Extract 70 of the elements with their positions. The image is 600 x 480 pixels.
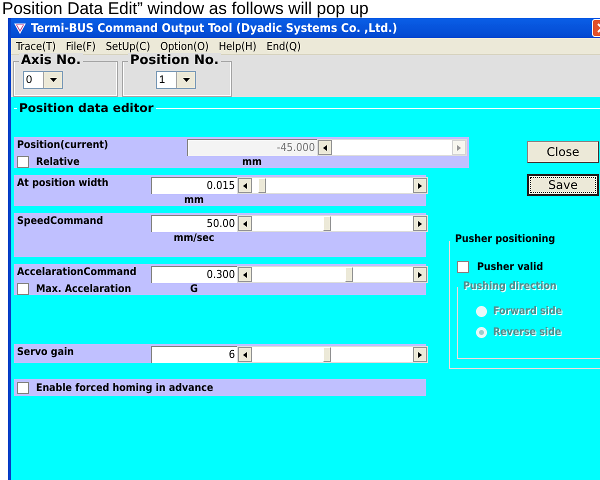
left-arrow-icon (243, 272, 247, 278)
unit-label: mm/sec (172, 232, 216, 244)
menu-item[interactable]: File(F) (66, 40, 96, 52)
checkbox[interactable] (17, 283, 29, 295)
setting-label: At position width (17, 177, 110, 191)
right-arrow-icon (457, 144, 461, 150)
dropdown-field[interactable]: 0 (23, 71, 63, 89)
unit-label: mm (241, 156, 263, 168)
menu-item[interactable]: Trace(T) (16, 40, 56, 52)
radio-label: Forward side (493, 305, 562, 317)
scrollbar-thumb[interactable] (323, 347, 331, 362)
right-arrow-icon (418, 220, 422, 226)
setting-label: AccelarationCommand (17, 266, 138, 280)
scroll-left-button[interactable] (238, 178, 252, 193)
group-label: Pusher positioning (453, 233, 558, 245)
menu-item[interactable]: End(Q) (266, 40, 301, 52)
scroll-left-button[interactable] (238, 216, 252, 231)
caret-icon (50, 78, 58, 82)
scroll-right-button[interactable] (413, 347, 427, 362)
scrollbar[interactable] (237, 215, 428, 232)
checkbox-label: Enable forced homing in advance (36, 382, 214, 394)
right-arrow-icon (418, 182, 422, 188)
scrollbar[interactable] (317, 139, 467, 156)
scroll-left-button[interactable] (238, 267, 252, 282)
scroll-left-button[interactable] (238, 347, 252, 362)
left-arrow-icon (243, 220, 247, 226)
dropdown-field[interactable]: 1 (156, 71, 196, 89)
scrollbar[interactable] (237, 177, 428, 194)
setting-label: Servo gain (17, 346, 75, 360)
checkbox-label: Max. Accelaration (36, 283, 132, 295)
scroll-right-button[interactable] (413, 216, 427, 231)
scrollbar-thumb[interactable] (323, 216, 331, 231)
scrollbar-thumb[interactable] (258, 178, 266, 193)
close-button[interactable]: Close (527, 141, 599, 163)
caret-icon (183, 78, 190, 82)
dropdown-button[interactable] (42, 72, 62, 88)
value-field[interactable]: 0.300 (151, 266, 237, 283)
left-arrow-icon (243, 182, 247, 188)
right-arrow-icon (418, 272, 422, 278)
caption-text: Position Data Edit” window as follows will pop up (2, 0, 369, 18)
dropdown-button[interactable] (176, 72, 195, 88)
window-title: Termi-BUS Command Output Tool (Dyadic Systems Co. ,Ltd.) (31, 21, 398, 35)
checkbox-label: Pusher valid (477, 261, 544, 273)
left-arrow-icon (323, 144, 327, 150)
unit-label: G (189, 283, 199, 295)
scroll-right-button[interactable] (413, 267, 427, 282)
value-field[interactable]: 0.015 (151, 177, 237, 194)
value-field[interactable]: 6 (151, 346, 237, 363)
scrollbar[interactable] (237, 266, 428, 283)
checkbox-label: Relative (36, 156, 80, 168)
scrollbar-thumb[interactable] (345, 267, 353, 282)
checkbox[interactable] (457, 261, 469, 273)
app-logo-icon (14, 22, 26, 34)
menu-item[interactable]: SetUp(C) (106, 40, 150, 52)
value-field[interactable]: 50.00 (151, 215, 237, 232)
scrollbar[interactable] (237, 346, 428, 363)
right-arrow-icon (418, 352, 422, 358)
save-button[interactable]: Save (527, 174, 599, 196)
checkbox[interactable] (17, 382, 29, 394)
unit-label: mm (183, 194, 205, 206)
radio-label: Reverse side (493, 326, 562, 338)
setting-label: SpeedCommand (17, 215, 104, 229)
panel-title: Position data editor (19, 101, 154, 115)
menu-item[interactable]: Help(H) (218, 40, 256, 52)
scroll-left-button[interactable] (318, 140, 332, 155)
scroll-right-button[interactable] (413, 178, 427, 193)
setting-label: Position(current) (17, 139, 110, 153)
left-arrow-icon (243, 352, 247, 358)
menu-item[interactable]: Option(O) (160, 40, 209, 52)
group-label: Pushing direction (461, 280, 559, 292)
